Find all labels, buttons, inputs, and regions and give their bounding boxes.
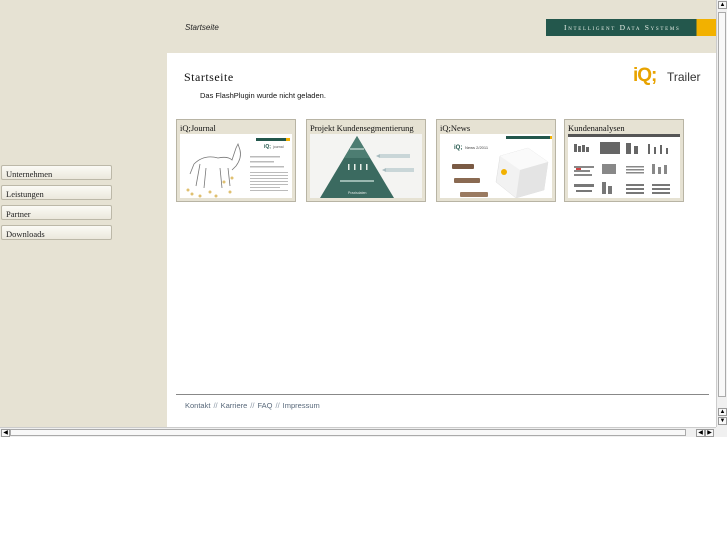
page-title: Startseite [184, 70, 234, 84]
footer-divider [176, 394, 709, 395]
news-thumbnail: iQ; News 2/2011 [440, 134, 552, 198]
card-projekt-kundensegmentierung[interactable]: Projekt Kundensegmentierung Praxisdaten [306, 119, 426, 202]
arrow-up-icon[interactable]: ▲ [718, 408, 727, 416]
news-sub: News 2/2011 [465, 145, 489, 150]
sidebar-nav: Unternehmen Leistungen Partner Downloads [1, 165, 112, 245]
vertical-scrollbar[interactable]: ▲ ▲ ▼ [716, 0, 727, 427]
sidebar-item-downloads[interactable]: Downloads [1, 225, 112, 240]
pyramid-thumbnail: Praxisdaten [310, 134, 422, 198]
breadcrumb: Startseite [185, 23, 219, 32]
card-iq-news[interactable]: iQ;News iQ; News 2/2011 [436, 119, 556, 202]
browser-viewport: Startseite Intelligent Data Systems Unte… [0, 0, 716, 427]
footer-links: Kontakt//Karriere//FAQ//Impressum [185, 401, 320, 410]
footer-separator: // [213, 401, 218, 410]
vertical-scroll-thumb[interactable] [718, 12, 726, 397]
arrow-left-icon[interactable]: ◀ [1, 429, 10, 437]
card-kundenanalysen[interactable]: Kundenanalysen [564, 119, 684, 202]
footer-link-impressum[interactable]: Impressum [283, 401, 320, 410]
iq-logo: iQ; [633, 65, 657, 86]
company-logo-text: Intelligent Data Systems [564, 23, 681, 32]
footer-link-faq[interactable]: FAQ [257, 401, 272, 410]
card-label: Projekt Kundensegmentierung [310, 123, 414, 133]
arrow-up-icon[interactable]: ▲ [718, 1, 727, 9]
flash-plugin-message: Das FlashPlugin wurde nicht geladen. [200, 91, 326, 100]
horizontal-scroll-thumb[interactable] [10, 429, 686, 436]
scrollbar-corner [716, 427, 727, 437]
news-cover-image: iQ; News 2/2011 [452, 136, 552, 198]
journal-brand: iQ; [264, 144, 271, 150]
card-label: iQ;News [440, 123, 471, 133]
sidebar-item-partner[interactable]: Partner [1, 205, 112, 220]
horizontal-scrollbar[interactable]: ◀ ◀ ▶ [0, 427, 716, 437]
sidebar-item-unternehmen[interactable]: Unternehmen [1, 165, 112, 180]
arrow-left-icon[interactable]: ◀ [696, 429, 705, 437]
trailer-label: Trailer [667, 70, 701, 84]
news-brand: iQ; [454, 145, 462, 151]
analysis-charts-image [568, 134, 680, 194]
company-logo[interactable]: Intelligent Data Systems [546, 19, 716, 36]
footer-separator: // [275, 401, 280, 410]
card-iq-journal[interactable]: iQ;Journal iQ; journal [176, 119, 296, 202]
footer-link-kontakt[interactable]: Kontakt [185, 401, 210, 410]
arrow-right-icon[interactable]: ▶ [705, 429, 714, 437]
sidebar-item-leistungen[interactable]: Leistungen [1, 185, 112, 200]
analysis-thumbnail [568, 134, 680, 198]
journal-thumbnail: iQ; journal [180, 134, 292, 198]
main-content: Startseite Das FlashPlugin wurde nicht g… [167, 53, 716, 427]
card-label: Kundenanalysen [568, 123, 625, 133]
journal-cover-image: iQ; journal [186, 138, 290, 198]
pyramid-diagram-image: Praxisdaten [310, 134, 422, 198]
pyramid-base-label: Praxisdaten [348, 191, 367, 195]
footer-link-karriere[interactable]: Karriere [221, 401, 248, 410]
footer-separator: // [250, 401, 255, 410]
journal-sub: journal [272, 145, 284, 149]
card-label: iQ;Journal [180, 123, 216, 133]
arrow-down-icon[interactable]: ▼ [718, 417, 727, 425]
